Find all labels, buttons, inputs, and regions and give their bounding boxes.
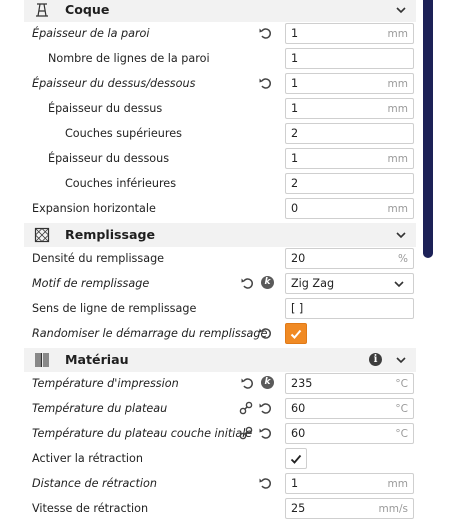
setting-label: Densité du remplissage xyxy=(32,252,165,265)
print-temperature-input[interactable]: 235 °C xyxy=(285,373,414,394)
top-bottom-thickness-input[interactable]: 1 mm xyxy=(285,73,414,94)
setting-row-retraction-speed: Vitesse de rétraction 25 mm/s xyxy=(0,497,416,522)
section-header-shell[interactable]: Coque xyxy=(24,0,416,22)
checkmark-icon xyxy=(290,329,302,339)
reset-icon[interactable] xyxy=(258,26,272,40)
reset-icon[interactable] xyxy=(258,401,272,415)
enable-retraction-checkbox[interactable] xyxy=(285,448,307,469)
settings-panel: Coque Épaisseur de la paroi 1 mm Nombre d… xyxy=(0,0,416,519)
setting-row-retraction-distance: Distance de rétraction 1 mm xyxy=(0,472,416,497)
reset-icon[interactable] xyxy=(258,76,272,90)
setting-label: Température du plateau xyxy=(32,402,168,415)
setting-label: Nombre de lignes de la paroi xyxy=(48,52,210,65)
horizontal-expansion-input[interactable]: 0 mm xyxy=(285,198,414,219)
setting-label: Épaisseur du dessus xyxy=(48,102,163,115)
setting-row-wall-line-count: Nombre de lignes de la paroi 1 xyxy=(0,47,416,72)
scrollbar[interactable] xyxy=(423,0,433,258)
setting-label: Vitesse de rétraction xyxy=(32,502,149,515)
chevron-down-icon[interactable] xyxy=(395,4,407,16)
retraction-distance-input[interactable]: 1 mm xyxy=(285,473,414,494)
randomize-infill-start-checkbox[interactable] xyxy=(285,323,307,344)
top-layers-input[interactable]: 2 xyxy=(285,123,414,144)
setting-row-bed-temperature: Température du plateau 60 °C xyxy=(0,397,416,422)
checkmark-icon xyxy=(290,454,302,464)
setting-row-bottom-thickness: Épaisseur du dessous 1 mm xyxy=(0,147,416,172)
setting-label: Épaisseur du dessous xyxy=(48,152,170,165)
profile-lock-icon: k xyxy=(261,376,274,389)
setting-label: Épaisseur du dessus/dessous xyxy=(32,77,196,90)
link-icon xyxy=(239,426,253,440)
setting-row-horizontal-expansion: Expansion horizontale 0 mm xyxy=(0,197,416,222)
profile-lock-icon: k xyxy=(261,276,274,289)
setting-row-print-temperature: Température d'impression k 235 °C xyxy=(0,372,416,397)
setting-row-top-layers: Couches supérieures 2 xyxy=(0,122,416,147)
setting-label: Motif de remplissage xyxy=(32,277,150,290)
section-title: Remplissage xyxy=(65,227,156,242)
setting-label: Couches supérieures xyxy=(65,127,182,140)
setting-row-enable-retraction: Activer la rétraction xyxy=(0,447,416,472)
infill-icon xyxy=(34,227,50,243)
setting-label: Sens de ligne de remplissage xyxy=(32,302,197,315)
setting-label: Expansion horizontale xyxy=(32,202,156,215)
bed-temperature-initial-input[interactable]: 60 °C xyxy=(285,423,414,444)
material-icon xyxy=(35,353,49,367)
bottom-thickness-input[interactable]: 1 mm xyxy=(285,148,414,169)
info-icon[interactable]: i xyxy=(369,353,382,366)
wall-line-count-input[interactable]: 1 xyxy=(285,48,414,69)
setting-row-infill-pattern: Motif de remplissage k Zig Zag xyxy=(0,272,416,297)
setting-row-bed-temperature-initial: Température du plateau couche initiale 6… xyxy=(0,422,416,447)
infill-line-directions-input[interactable]: [ ] xyxy=(285,298,414,319)
wall-thickness-input[interactable]: 1 mm xyxy=(285,23,414,44)
reset-icon[interactable] xyxy=(258,326,272,340)
section-title: Coque xyxy=(65,2,110,17)
reset-icon[interactable] xyxy=(240,376,254,390)
infill-pattern-select[interactable]: Zig Zag xyxy=(285,273,414,294)
section-header-infill[interactable]: Remplissage xyxy=(24,223,416,247)
setting-row-top-bottom-thickness: Épaisseur du dessus/dessous 1 mm xyxy=(0,72,416,97)
setting-label: Température du plateau couche initiale xyxy=(32,427,253,440)
setting-row-infill-density: Densité du remplissage 20% xyxy=(0,247,416,272)
bottom-layers-input[interactable]: 2 xyxy=(285,173,414,194)
setting-row-randomize-infill-start: Randomiser le démarrage du remplissage xyxy=(0,322,416,347)
setting-label: Randomiser le démarrage du remplissage xyxy=(32,327,268,340)
bed-temperature-input[interactable]: 60 °C xyxy=(285,398,414,419)
setting-row-bottom-layers: Couches inférieures 2 xyxy=(0,172,416,197)
top-thickness-input[interactable]: 1 mm xyxy=(285,98,414,119)
setting-label: Épaisseur de la paroi xyxy=(32,27,150,40)
reset-icon[interactable] xyxy=(258,476,272,490)
setting-label: Température d'impression xyxy=(32,377,179,390)
chevron-down-icon[interactable] xyxy=(395,354,407,366)
reset-icon[interactable] xyxy=(258,426,272,440)
link-icon xyxy=(239,401,253,415)
setting-row-infill-line-directions: Sens de ligne de remplissage [ ] xyxy=(0,297,416,322)
shell-icon xyxy=(36,3,48,17)
section-header-material[interactable]: Matériau i xyxy=(24,348,416,372)
setting-row-top-thickness: Épaisseur du dessus 1 mm xyxy=(0,97,416,122)
setting-label: Distance de rétraction xyxy=(32,477,157,490)
setting-label: Couches inférieures xyxy=(65,177,177,190)
setting-label: Activer la rétraction xyxy=(32,452,143,465)
section-title: Matériau xyxy=(65,352,129,367)
chevron-down-icon xyxy=(394,281,404,288)
infill-density-input[interactable]: 20% xyxy=(285,248,414,269)
reset-icon[interactable] xyxy=(240,276,254,290)
setting-row-wall-thickness: Épaisseur de la paroi 1 mm xyxy=(0,22,416,47)
chevron-down-icon[interactable] xyxy=(395,229,407,241)
